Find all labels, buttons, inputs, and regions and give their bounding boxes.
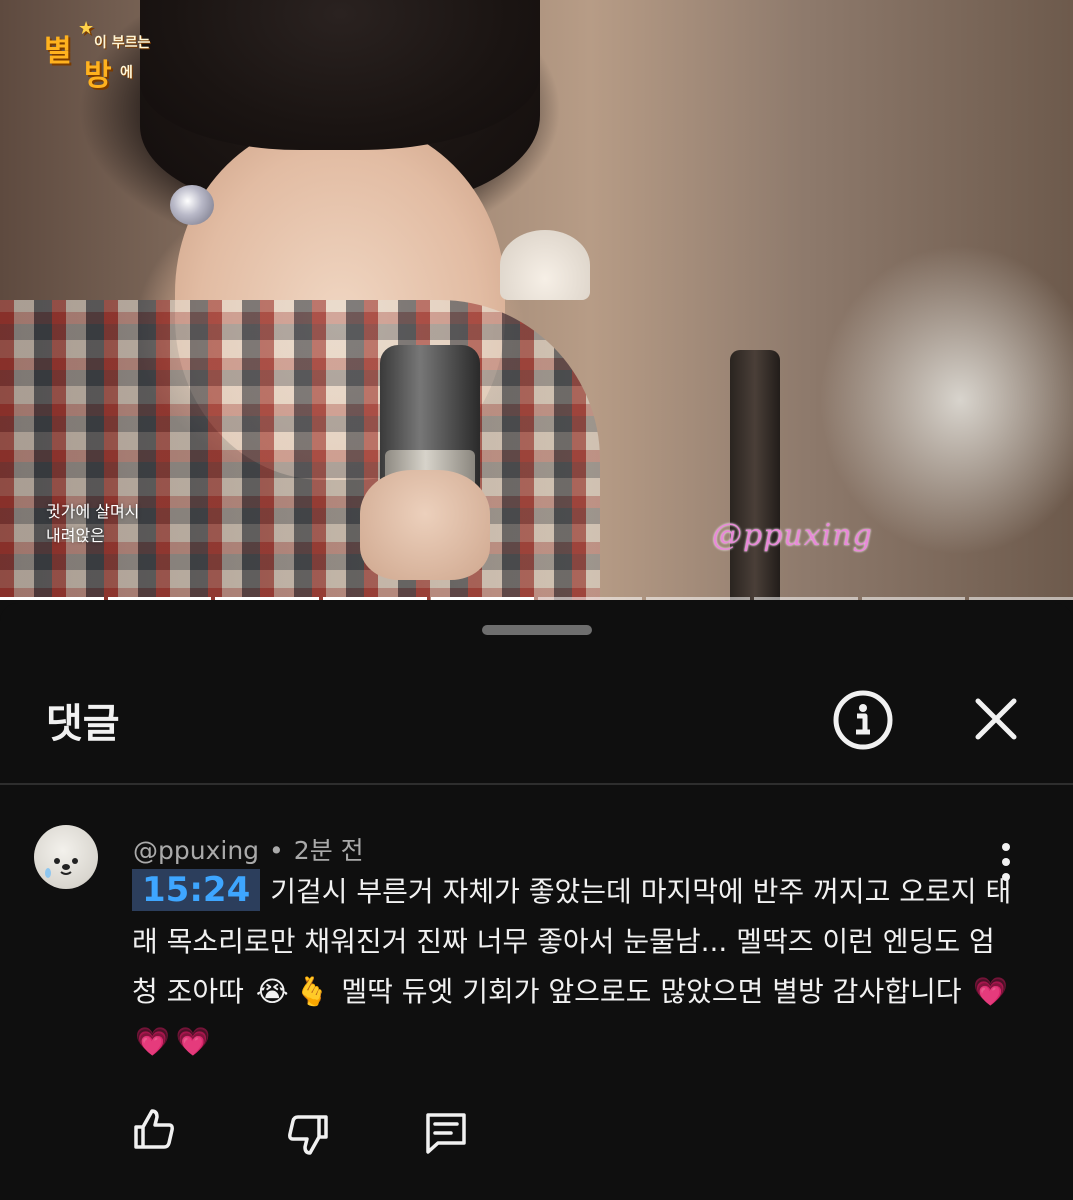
close-x-icon — [975, 698, 1017, 740]
close-button[interactable] — [966, 689, 1026, 749]
comment-time: 2분 전 — [293, 836, 364, 865]
pink-heart-icon: 💗 — [175, 1025, 211, 1058]
video-player[interactable]: 별 ★ 이 부르는 방 에 귓가에 살며시 내려앉은 @ppuxing — [0, 0, 1073, 600]
finger-heart-icon: 🫰 — [294, 975, 330, 1008]
progress-segment[interactable] — [323, 597, 427, 600]
reply-button[interactable] — [422, 1109, 470, 1157]
background-bottle — [730, 350, 780, 600]
in-ear-monitor — [170, 185, 214, 225]
progress-segment[interactable] — [861, 597, 966, 600]
timestamp-link[interactable]: 15:24 — [132, 869, 261, 911]
info-circle-icon — [833, 690, 893, 750]
reply-icon — [426, 1113, 466, 1154]
progress-segment[interactable] — [107, 597, 212, 600]
watermark: @ppuxing — [712, 518, 873, 553]
plaid-shirt — [0, 300, 600, 600]
comment-author[interactable]: @ppuxing — [133, 836, 259, 865]
progress-segment[interactable] — [430, 597, 535, 600]
progress-segment[interactable] — [969, 597, 1073, 600]
seal-avatar-icon — [45, 858, 78, 878]
like-button[interactable] — [130, 1105, 178, 1153]
thumbs-up-icon — [134, 1109, 174, 1149]
comment-text-part: 멜딱 듀엣 기회가 앞으로도 많았으면 별방 감사합니다 — [341, 975, 962, 1008]
progress-segment[interactable] — [538, 597, 643, 600]
video-scene-fringe — [140, 0, 540, 150]
info-button[interactable] — [832, 689, 894, 751]
comment-text: 15:24 기겉시 부른거 자체가 좋았는데 마지막에 반주 꺼지고 오로지 태래… — [132, 867, 1012, 1067]
pink-heart-icon: 💗 — [135, 1025, 170, 1058]
background-lamp — [500, 230, 590, 300]
comments-title: 댓글 — [46, 701, 120, 747]
avatar[interactable] — [34, 825, 98, 889]
meta-separator: • — [269, 836, 284, 865]
progress-segment[interactable] — [646, 597, 750, 600]
crying-face-icon: 😭 — [255, 975, 289, 1008]
video-progress-bar[interactable] — [0, 597, 1073, 600]
progress-segment[interactable] — [0, 597, 104, 600]
thumbs-down-icon — [288, 1115, 328, 1155]
progress-segment[interactable] — [215, 597, 320, 600]
pink-heart-icon: 💗 — [973, 975, 1009, 1008]
video-subtitle: 귓가에 살며시 내려앉은 — [46, 500, 139, 548]
comment-meta: @ppuxing • 2분 전 — [133, 831, 364, 867]
subtitle-line: 내려앉은 — [46, 526, 105, 545]
comments-sheet: 댓글 @ppuxing • 2분 전 15:24 기겉시 부른거 자체가 좋았는… — [0, 603, 1073, 1200]
show-logo: 별 ★ 이 부르는 방 에 — [44, 18, 151, 93]
drag-handle[interactable] — [482, 625, 592, 635]
hand — [360, 470, 490, 580]
dislike-button[interactable] — [284, 1111, 332, 1159]
subtitle-line: 귓가에 살며시 — [46, 502, 140, 521]
progress-segment[interactable] — [753, 597, 858, 600]
